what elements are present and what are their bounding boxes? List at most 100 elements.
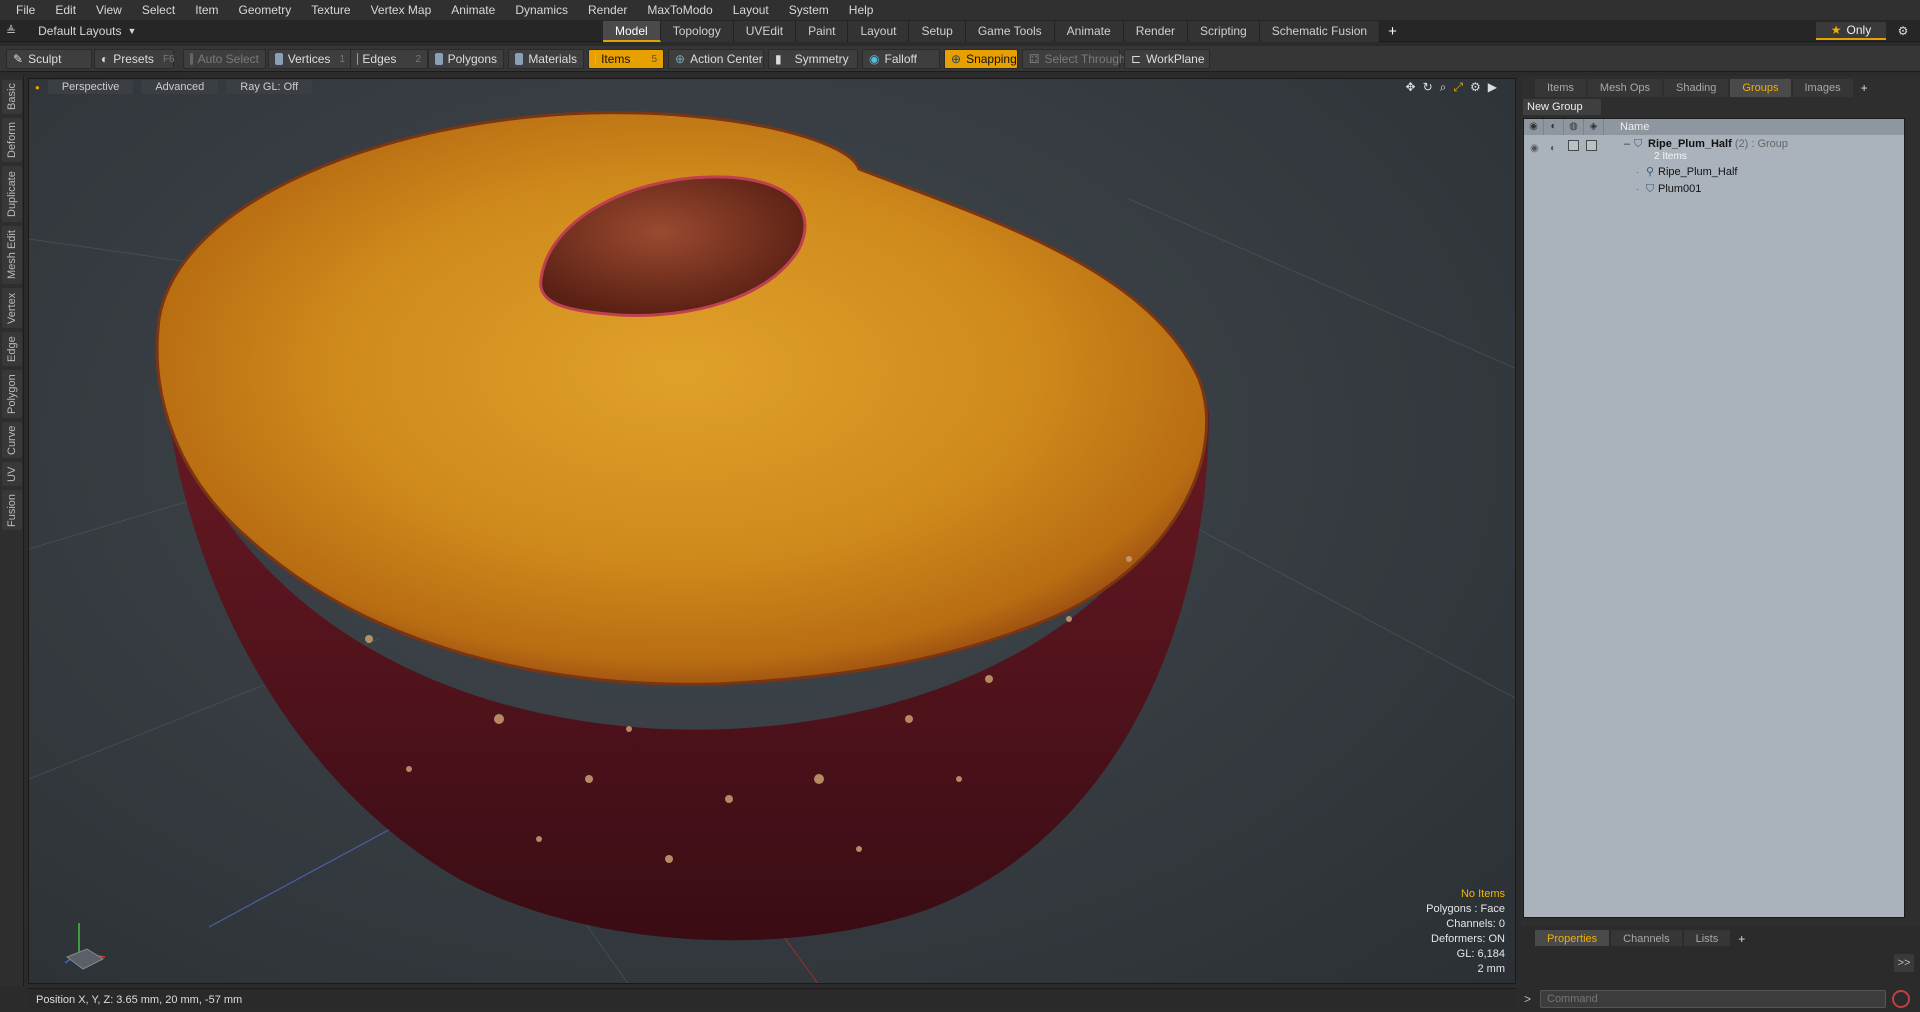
viewport-3d[interactable]: ● Perspective Advanced Ray GL: Off ✥ ↻ ⌕… bbox=[28, 78, 1516, 984]
menu-dynamics[interactable]: Dynamics bbox=[505, 0, 578, 20]
visibility-column-icon[interactable]: ◉ bbox=[1524, 119, 1544, 135]
menu-view[interactable]: View bbox=[86, 0, 132, 20]
menu-geometry[interactable]: Geometry bbox=[229, 0, 302, 20]
record-icon[interactable] bbox=[1892, 990, 1910, 1008]
vtab-mesh-edit[interactable]: Mesh Edit bbox=[2, 226, 22, 284]
only-toggle[interactable]: ★ Only bbox=[1816, 22, 1886, 40]
new-group-button[interactable]: New Group bbox=[1523, 99, 1601, 115]
menu-system[interactable]: System bbox=[779, 0, 839, 20]
vtab-curve[interactable]: Curve bbox=[2, 422, 22, 458]
tab-setup[interactable]: Setup bbox=[909, 21, 966, 42]
workplane-button[interactable]: ⊏ WorkPlane bbox=[1124, 49, 1210, 69]
tab-channels[interactable]: Channels bbox=[1611, 930, 1682, 946]
mesh-icon: ⛉ bbox=[1646, 183, 1655, 195]
action-center-button[interactable]: ⊕ Action Center bbox=[668, 49, 764, 69]
auto-select-button[interactable]: Auto Select bbox=[183, 49, 266, 69]
menu-file[interactable]: File bbox=[6, 0, 45, 20]
menu-layout[interactable]: Layout bbox=[723, 0, 779, 20]
view-perspective-button[interactable]: Perspective bbox=[47, 80, 134, 94]
vertices-button[interactable]: Vertices 1 bbox=[268, 49, 352, 69]
menu-vertex-map[interactable]: Vertex Map bbox=[361, 0, 442, 20]
add-tab-icon[interactable]: + bbox=[1380, 21, 1405, 42]
view-settings-icon[interactable]: ⚙ bbox=[1470, 80, 1481, 95]
tab-mesh-ops[interactable]: Mesh Ops bbox=[1587, 79, 1663, 97]
vtab-fusion[interactable]: Fusion bbox=[2, 490, 22, 530]
symmetry-button[interactable]: ▮ Symmetry bbox=[768, 49, 858, 69]
tab-properties[interactable]: Properties bbox=[1535, 930, 1610, 946]
add-bottom-tab-icon[interactable]: + bbox=[1732, 930, 1751, 946]
menu-help[interactable]: Help bbox=[839, 0, 884, 20]
menu-item[interactable]: Item bbox=[185, 0, 228, 20]
zoom-view-icon[interactable]: ⌕ bbox=[1440, 80, 1447, 95]
tab-shading[interactable]: Shading bbox=[1664, 79, 1729, 97]
vtab-polygon[interactable]: Polygon bbox=[2, 370, 22, 418]
menu-maxtomodo[interactable]: MaxToModo bbox=[637, 0, 722, 20]
raygl-button[interactable]: Ray GL: Off bbox=[226, 80, 313, 94]
tab-schematic-fusion[interactable]: Schematic Fusion bbox=[1259, 21, 1381, 42]
list-item[interactable]: · ⚲ Ripe_Plum_Half bbox=[1524, 165, 1904, 180]
lock-checkbox[interactable] bbox=[1568, 140, 1579, 151]
materials-button[interactable]: Materials bbox=[508, 49, 584, 69]
tab-scripting[interactable]: Scripting bbox=[1188, 21, 1260, 42]
expand-bullet-icon: · bbox=[1636, 167, 1639, 177]
tab-model[interactable]: Model bbox=[603, 21, 661, 42]
command-input[interactable] bbox=[1540, 990, 1886, 1008]
expand-toggle-icon[interactable]: – bbox=[1624, 137, 1630, 152]
tab-topology[interactable]: Topology bbox=[660, 21, 734, 42]
tab-uvedit[interactable]: UVEdit bbox=[733, 21, 797, 42]
collapse-icon[interactable]: ≜ bbox=[6, 24, 16, 38]
rotate-view-icon[interactable]: ↻ bbox=[1423, 80, 1433, 95]
symmetry-label: Symmetry bbox=[794, 52, 849, 66]
lock-column-icon[interactable]: ◍ bbox=[1564, 119, 1584, 135]
play-icon[interactable]: ▶ bbox=[1488, 80, 1497, 95]
menu-animate[interactable]: Animate bbox=[441, 0, 505, 20]
layout-selector[interactable]: ≜ Default Layouts ▼ bbox=[6, 22, 136, 40]
menu-edit[interactable]: Edit bbox=[45, 0, 86, 20]
view-advanced-button[interactable]: Advanced bbox=[141, 80, 219, 94]
snapping-button[interactable]: ⊕ Snapping bbox=[944, 49, 1018, 69]
tab-paint[interactable]: Paint bbox=[796, 21, 849, 42]
vtab-basic[interactable]: Basic bbox=[2, 80, 22, 114]
right-panel-tabs: Items Mesh Ops Shading Groups Images + bbox=[1521, 79, 1920, 97]
tab-animate[interactable]: Animate bbox=[1054, 21, 1124, 42]
maximize-view-icon[interactable]: ⤢ bbox=[1453, 80, 1463, 95]
sculpt-button[interactable]: ✎ Sculpt bbox=[6, 49, 92, 69]
menu-select[interactable]: Select bbox=[132, 0, 185, 20]
name-column-header[interactable]: Name bbox=[1604, 121, 1649, 133]
move-view-icon[interactable]: ✥ bbox=[1406, 80, 1416, 95]
tab-game-tools[interactable]: Game Tools bbox=[965, 21, 1055, 42]
list-item[interactable]: · ⛉ Plum001 bbox=[1524, 182, 1904, 197]
viewport-dot-icon: ● bbox=[35, 82, 40, 92]
tab-groups[interactable]: Groups bbox=[1730, 79, 1791, 97]
vtab-deform[interactable]: Deform bbox=[2, 118, 22, 162]
render-toggle-icon[interactable]: ◐ bbox=[1550, 141, 1556, 156]
presets-label: Presets bbox=[113, 52, 154, 66]
menu-render[interactable]: Render bbox=[578, 0, 637, 20]
vtab-uv[interactable]: UV bbox=[2, 462, 22, 486]
presets-button[interactable]: ◐ Presets F6 bbox=[94, 49, 175, 69]
edges-button[interactable]: Edges 2 bbox=[350, 49, 428, 69]
scene-render[interactable] bbox=[29, 79, 1516, 984]
select-column-icon[interactable]: ◈ bbox=[1584, 119, 1604, 135]
render-column-icon[interactable]: ◐ bbox=[1544, 119, 1564, 135]
items-button[interactable]: Items 5 bbox=[588, 49, 664, 69]
select-through-button[interactable]: ⚃ Select Through bbox=[1022, 49, 1126, 69]
add-panel-tab-icon[interactable]: + bbox=[1855, 79, 1874, 97]
menu-texture[interactable]: Texture bbox=[301, 0, 360, 20]
expand-arrow-button[interactable]: >> bbox=[1894, 954, 1914, 972]
polygons-button[interactable]: Polygons bbox=[428, 49, 504, 69]
vtab-vertex[interactable]: Vertex bbox=[2, 288, 22, 328]
group-row[interactable]: ◉ ◐ – ⛉ Ripe_Plum_Half (2) : Group 2 Ite… bbox=[1524, 137, 1904, 163]
tab-lists[interactable]: Lists bbox=[1683, 930, 1731, 946]
tab-images[interactable]: Images bbox=[1792, 79, 1853, 97]
gear-icon[interactable]: ⚙ bbox=[1894, 22, 1912, 40]
falloff-button[interactable]: ◉ Falloff bbox=[862, 49, 940, 69]
tab-render[interactable]: Render bbox=[1123, 21, 1189, 42]
vtab-edge[interactable]: Edge bbox=[2, 332, 22, 366]
vtab-duplicate[interactable]: Duplicate bbox=[2, 166, 22, 222]
visibility-eye-icon[interactable]: ◉ bbox=[1530, 141, 1539, 156]
tab-layout[interactable]: Layout bbox=[848, 21, 910, 42]
groups-list[interactable]: ◉ ◐ ◍ ◈ Name ◉ ◐ – ⛉ Ripe_Plum_Half (2) … bbox=[1523, 118, 1905, 918]
tab-items[interactable]: Items bbox=[1535, 79, 1586, 97]
select-checkbox[interactable] bbox=[1586, 140, 1597, 151]
